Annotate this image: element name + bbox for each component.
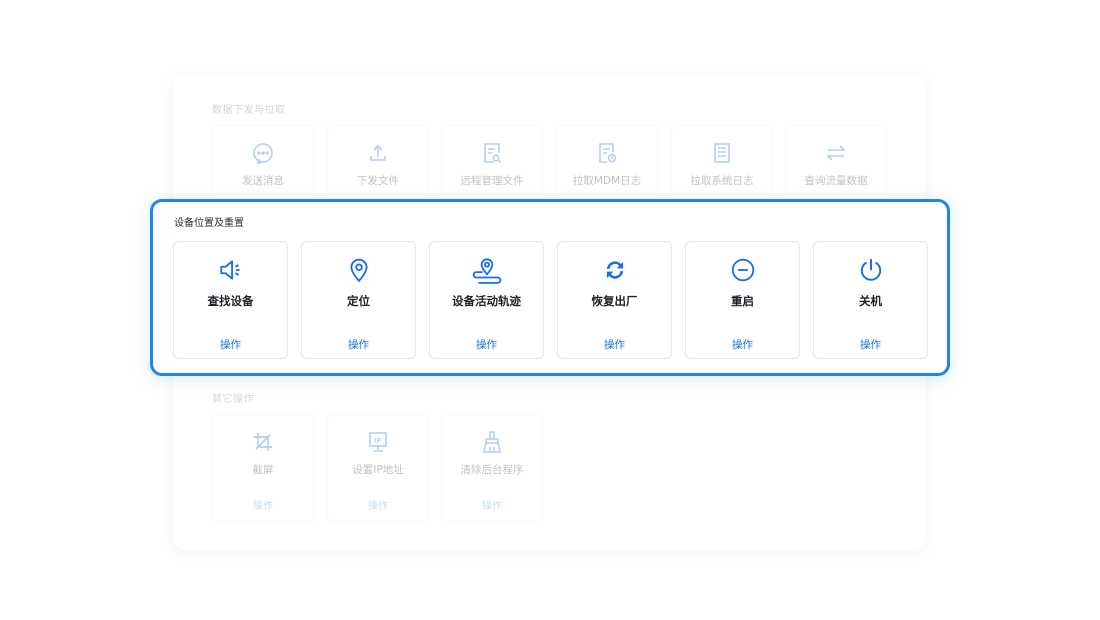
speaker-icon <box>218 256 244 284</box>
minus-circle-icon <box>730 256 756 284</box>
card-shutdown[interactable]: 关机 操作 <box>813 241 928 359</box>
refresh-icon <box>602 256 628 284</box>
card-label: 恢复出厂 <box>591 294 638 308</box>
stage: 数据下发与拉取 发送消息 下发文件 远程管理文件 拉取MDM日志 拉取系统日志 … <box>0 0 1100 620</box>
action-link[interactable]: 操作 <box>368 497 388 512</box>
crop-icon <box>251 429 275 455</box>
action-link[interactable]: 操作 <box>732 337 753 352</box>
card-label: 设备活动轨迹 <box>452 294 521 308</box>
card-label: 截屏 <box>252 464 274 476</box>
card-remote-files[interactable]: 远程管理文件 <box>441 125 543 195</box>
file-search-icon <box>480 140 504 166</box>
card-send-file[interactable]: 下发文件 <box>327 125 429 195</box>
card-find-device[interactable]: 查找设备 操作 <box>173 241 288 359</box>
location-pin-icon <box>346 256 372 284</box>
card-restart[interactable]: 重启 操作 <box>685 241 800 359</box>
card-mdm-log[interactable]: 拉取MDM日志 <box>556 125 658 195</box>
action-link[interactable]: 操作 <box>860 337 881 352</box>
card-label: 查询流量数据 <box>804 175 868 187</box>
section-title-device-location: 设备位置及重置 <box>174 218 244 229</box>
action-link[interactable]: 操作 <box>220 337 241 352</box>
brush-icon <box>480 429 504 455</box>
card-send-message[interactable]: 发送消息 <box>212 125 314 195</box>
log-clock-icon <box>595 140 619 166</box>
svg-text:IP: IP <box>374 437 381 445</box>
action-link[interactable]: 操作 <box>348 337 369 352</box>
card-traffic-data[interactable]: 查询流量数据 <box>785 125 887 195</box>
card-label: 重启 <box>731 294 754 308</box>
section-title-data-transfer: 数据下发与拉取 <box>212 105 286 116</box>
action-link[interactable]: 操作 <box>476 337 497 352</box>
card-set-ip[interactable]: IP 设置IP地址 操作 <box>327 414 429 522</box>
power-icon <box>858 256 884 284</box>
card-system-log[interactable]: 拉取系统日志 <box>671 125 773 195</box>
ip-monitor-icon: IP <box>366 429 390 455</box>
card-clear-background[interactable]: 清除后台程序 操作 <box>441 414 543 522</box>
action-link[interactable]: 操作 <box>253 497 273 512</box>
card-label: 查找设备 <box>207 294 254 308</box>
card-label: 设置IP地址 <box>352 464 404 476</box>
card-screenshot[interactable]: 截屏 操作 <box>212 414 314 522</box>
card-label: 拉取MDM日志 <box>572 175 642 187</box>
card-factory-reset[interactable]: 恢复出厂 操作 <box>557 241 672 359</box>
action-link[interactable]: 操作 <box>482 497 502 512</box>
card-label: 下发文件 <box>357 175 399 187</box>
card-label: 远程管理文件 <box>460 175 524 187</box>
card-label: 定位 <box>347 294 370 308</box>
action-link[interactable]: 操作 <box>604 337 625 352</box>
upload-icon <box>366 140 390 166</box>
card-label: 拉取系统日志 <box>690 175 754 187</box>
card-label: 发送消息 <box>242 175 284 187</box>
card-locate[interactable]: 定位 操作 <box>301 241 416 359</box>
chat-bubble-icon <box>251 140 275 166</box>
section-title-other: 其它操作 <box>212 394 254 405</box>
swap-arrows-icon <box>824 140 848 166</box>
card-label: 关机 <box>859 294 882 308</box>
track-pin-icon <box>472 256 502 284</box>
card-label: 清除后台程序 <box>460 464 524 476</box>
device-location-section: 设备位置及重置 查找设备 操作 定位 操作 设备活动轨迹 操作 恢复出厂 操作 … <box>150 199 950 376</box>
card-activity-track[interactable]: 设备活动轨迹 操作 <box>429 241 544 359</box>
document-lines-icon <box>710 140 734 166</box>
